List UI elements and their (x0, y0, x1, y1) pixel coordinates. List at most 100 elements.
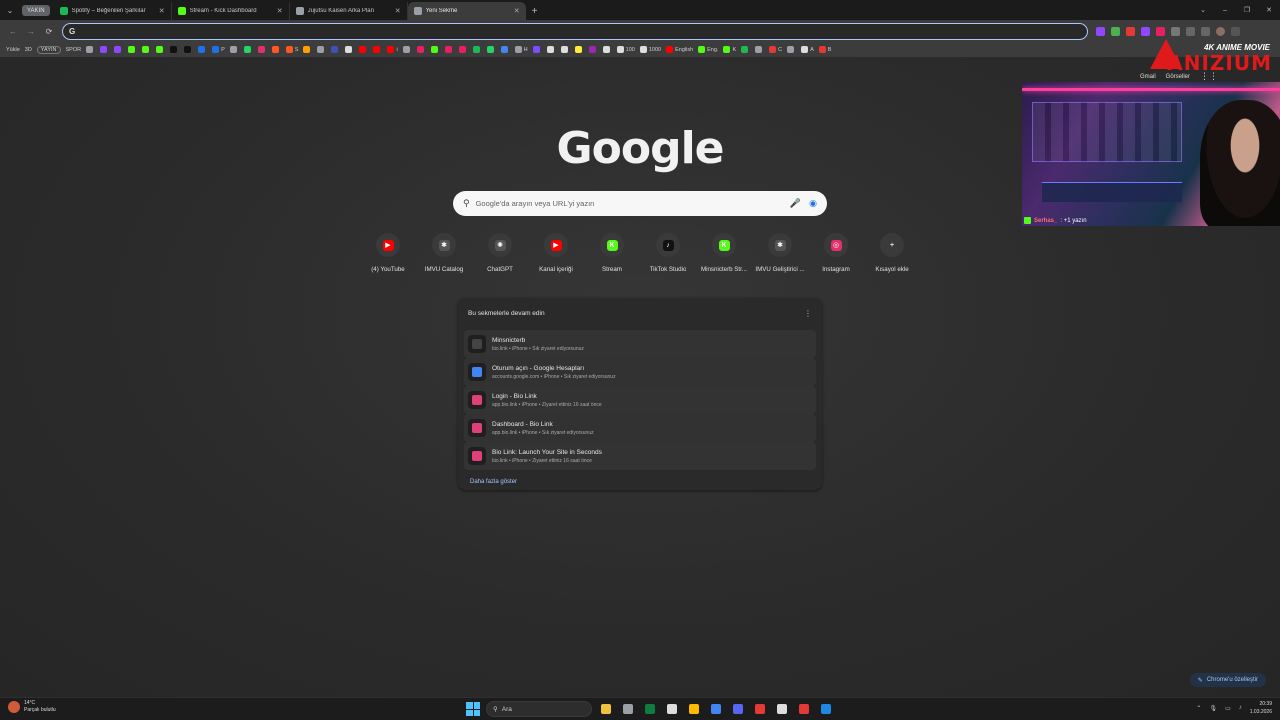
shortcut-tile[interactable]: ◎ Instagram (808, 233, 864, 273)
close-window-icon[interactable]: ✕ (1258, 0, 1280, 20)
close-tab-icon[interactable]: ✕ (395, 7, 401, 15)
forward-button[interactable]: → (22, 22, 40, 40)
continue-tab-item[interactable]: Bio Link: Launch Your Site in Seconds bio… (464, 442, 816, 470)
minimize-icon[interactable]: – (1214, 0, 1236, 20)
bookmark-item[interactable]: C (769, 46, 782, 53)
tab-search-icon[interactable]: ⌄ (0, 0, 20, 20)
more-options-icon[interactable]: ⋮ (804, 309, 812, 318)
bookmark-item[interactable] (755, 46, 764, 53)
extension-icon[interactable] (1126, 26, 1135, 36)
tab-search-icon[interactable]: ⌄ (1192, 0, 1214, 20)
taskbar-app-icon[interactable] (620, 701, 636, 717)
shortcut-tile[interactable]: + Kısayol ekle (864, 233, 920, 273)
profile-avatar[interactable] (1216, 26, 1225, 36)
continue-tab-item[interactable]: Minsnicterb bio.link • iPhone • Sık ziyar… (464, 330, 816, 358)
bookmark-item[interactable] (142, 46, 151, 53)
reload-button[interactable]: ⟳ (40, 22, 58, 40)
bookmark-item[interactable] (458, 46, 468, 53)
bookmark-item[interactable] (86, 46, 95, 53)
taskbar-app-icon[interactable] (796, 701, 812, 717)
taskbar-app-icon[interactable] (642, 701, 658, 717)
shortcut-tile[interactable]: K Stream (584, 233, 640, 273)
bookmark-item[interactable] (741, 46, 750, 53)
back-button[interactable]: ← (4, 22, 22, 40)
bookmark-item[interactable] (317, 46, 326, 53)
bookmark-item[interactable] (198, 46, 207, 53)
search-input[interactable] (475, 199, 782, 208)
bookmark-item[interactable]: Eng. (698, 46, 718, 53)
extension-icon[interactable] (1156, 26, 1165, 36)
taskbar-app-icon[interactable] (686, 701, 702, 717)
customize-chrome-button[interactable]: ✎ Chrome'u özelleştir (1189, 673, 1266, 687)
network-icon[interactable]: ▭ (1225, 705, 1231, 712)
close-tab-icon[interactable]: ✕ (277, 7, 283, 15)
bookmark-item[interactable] (156, 46, 165, 53)
taskbar-app-icon[interactable] (774, 701, 790, 717)
download-icon[interactable] (1201, 26, 1210, 36)
bookmark-item[interactable]: 3D (25, 47, 32, 53)
microphone-icon[interactable]: 🎤 (790, 198, 801, 209)
shortcut-tile[interactable]: ✱ IMVU Geliştirici ... (752, 233, 808, 273)
bookmark-item[interactable] (170, 46, 179, 53)
maximize-icon[interactable]: ❐ (1236, 0, 1258, 20)
menu-icon[interactable] (1231, 26, 1240, 36)
bookmark-item[interactable]: K (723, 46, 736, 53)
shortcut-tile[interactable]: ♪ TikTok Studio (640, 233, 696, 273)
bookmark-item[interactable]: SPOR (66, 47, 82, 53)
bookmark-item[interactable] (402, 46, 412, 53)
bookmark-item[interactable] (257, 46, 267, 53)
bookmark-item[interactable]: B (818, 46, 831, 53)
bookmark-item[interactable] (373, 46, 382, 53)
close-tab-icon[interactable]: ✕ (514, 7, 520, 15)
shortcut-tile[interactable]: ▶ (4) YouTube (360, 233, 416, 273)
continue-tab-item[interactable]: Login - Bio Link app.bio.link • iPhone • … (464, 386, 816, 414)
clock[interactable]: 20:39 1.03.2026 (1250, 700, 1272, 716)
windows-start-icon[interactable] (466, 702, 480, 716)
bookmark-item[interactable] (345, 46, 354, 53)
bookmark-item[interactable] (271, 46, 281, 53)
weather-widget[interactable]: 14°C Parçalı bulutlu (8, 700, 56, 714)
bookmark-item[interactable] (430, 46, 440, 53)
chevron-up-icon[interactable]: ⌃ (1196, 705, 1201, 712)
bookmark-item[interactable]: 100 (616, 46, 635, 53)
taskbar-app-icon[interactable] (752, 701, 768, 717)
bookmark-item[interactable] (588, 46, 598, 53)
tab[interactable]: Yeni Sekme ✕ (407, 2, 526, 20)
bookmark-item[interactable] (100, 46, 109, 53)
bookmark-item[interactable]: H (514, 46, 528, 53)
bookmark-item[interactable] (359, 46, 368, 53)
shortcut-tile[interactable]: ▶ Kanal içeriği (528, 233, 584, 273)
bookmark-item[interactable] (500, 46, 510, 53)
bookmark-item[interactable] (128, 46, 137, 53)
extension-icon[interactable] (1096, 26, 1105, 36)
continue-tab-item[interactable]: Oturum açın - Google Hesapları accounts.g… (464, 358, 816, 386)
bookmark-item[interactable] (546, 46, 556, 53)
shortcut-tile[interactable]: ✺ ChatGPT (472, 233, 528, 273)
bookmark-item[interactable] (331, 46, 340, 53)
volume-icon[interactable]: ♪ (1239, 705, 1242, 711)
google-lens-icon[interactable]: ◉ (809, 198, 817, 209)
extensions-puzzle-icon[interactable] (1186, 26, 1195, 36)
bookmark-item[interactable] (303, 46, 312, 53)
address-input[interactable] (79, 26, 980, 36)
bookmark-item[interactable]: English (666, 46, 693, 53)
bookmark-item[interactable] (787, 46, 796, 53)
microphone-tray-icon[interactable]: 🎙 (1209, 705, 1217, 712)
bookmark-item[interactable]: i (387, 46, 398, 53)
new-tab-button[interactable]: + (526, 2, 544, 20)
close-tab-icon[interactable]: ✕ (159, 7, 165, 15)
bookmark-item[interactable] (574, 46, 584, 53)
bookmark-item[interactable] (486, 46, 496, 53)
show-more-link[interactable]: Daha fazla göster (470, 479, 517, 485)
bookmark-item[interactable] (444, 46, 454, 53)
bookmark-item[interactable] (184, 46, 193, 53)
tab[interactable]: Jujutsu Kaisen Arka Plan ✕ (290, 2, 408, 20)
extension-icon[interactable] (1171, 26, 1180, 36)
bookmark-item[interactable] (602, 46, 612, 53)
address-bar[interactable]: G (62, 22, 1088, 40)
bookmark-item[interactable]: YAYIN (36, 45, 61, 54)
bookmark-item[interactable] (114, 46, 123, 53)
shortcut-tile[interactable]: K Minsnicterb Str... (696, 233, 752, 273)
bookmark-item[interactable] (243, 46, 253, 53)
taskbar-app-icon[interactable] (598, 701, 614, 717)
